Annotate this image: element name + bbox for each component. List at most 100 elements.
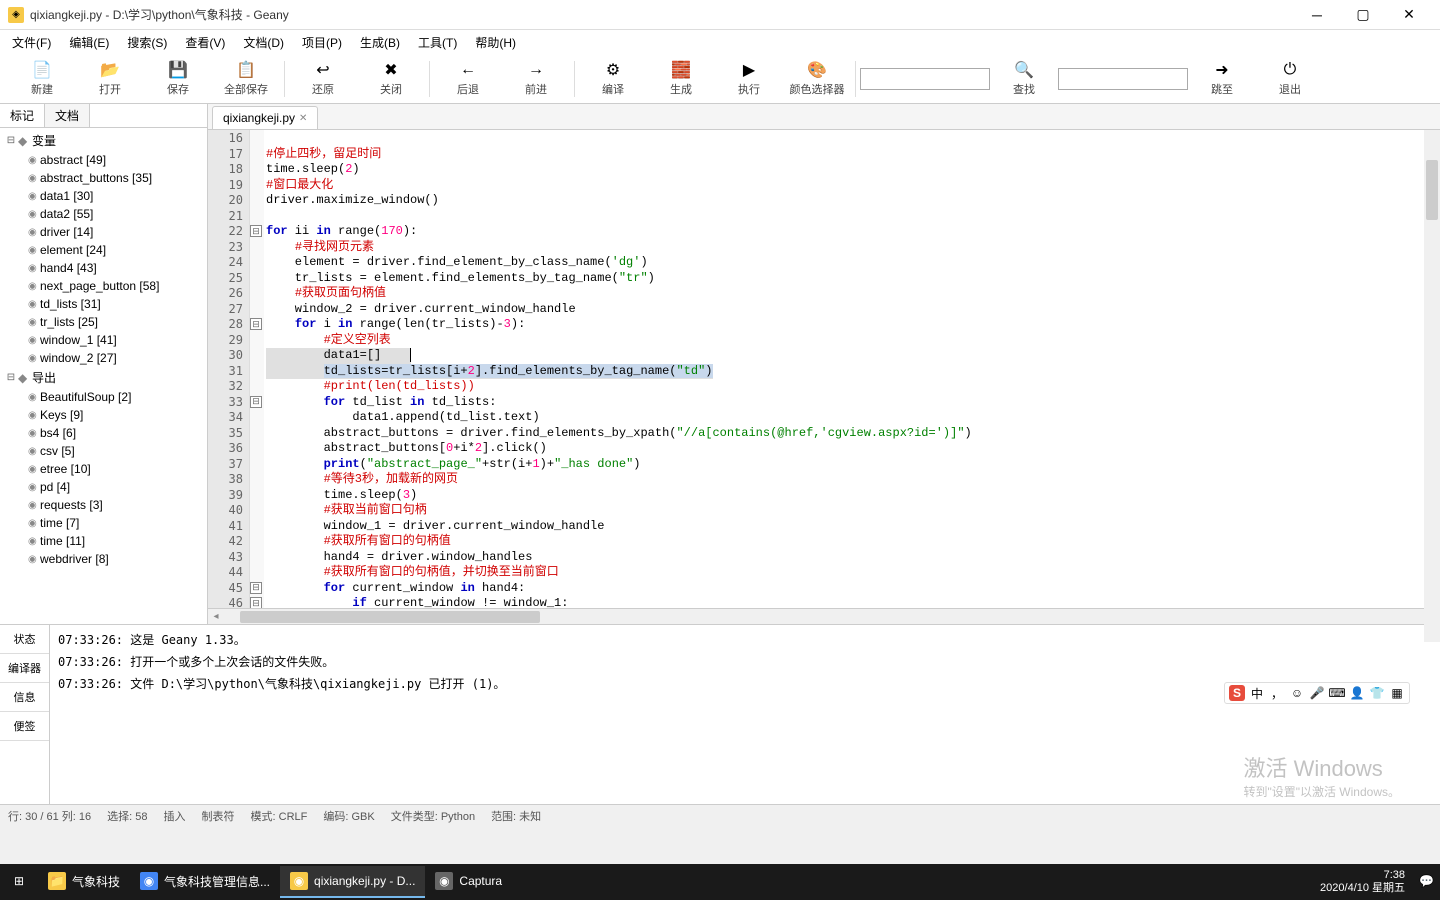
toolbar-button[interactable]: ⚙编译 [579,56,647,102]
bottom-tab-status[interactable]: 状态 [0,625,49,654]
code-line[interactable]: abstract_buttons[0+i*2].click() [264,441,1440,457]
tree-item[interactable]: ◉time [11] [0,532,207,550]
tree-item[interactable]: ◉BeautifulSoup [2] [0,388,207,406]
tree-group[interactable]: ⊟◆ 导出 [0,367,207,388]
fold-icon[interactable]: ⊟ [250,225,262,237]
tree-item[interactable]: ◉hand4 [43] [0,259,207,277]
tree-item[interactable]: ◉abstract_buttons [35] [0,169,207,187]
toolbar-button[interactable]: 📂打开 [76,56,144,102]
toolbar-button[interactable]: 🎨颜色选择器 [783,56,851,102]
close-icon[interactable]: ✕ [299,113,307,124]
fold-column[interactable]: ⊟ ⊟ ⊟ ⊟ ⊟ [250,130,264,608]
code-line[interactable]: driver.maximize_window() [264,193,1440,209]
tree-item[interactable]: ◉Keys [9] [0,406,207,424]
menu-tools[interactable]: 工具(T) [410,32,465,53]
scrollbar-thumb[interactable] [1426,160,1438,220]
taskbar-clock[interactable]: 7:38 2020/4/10 星期五 [1312,869,1413,895]
fold-icon[interactable]: ⊟ [250,318,262,330]
code-line[interactable]: for ii in range(170): [264,224,1440,240]
toolbar-button[interactable]: ▶执行 [715,56,783,102]
code-editor[interactable]: 1617181920212223242526272829303132333435… [208,130,1440,608]
ime-mic-icon[interactable]: 🎤 [1309,685,1325,701]
tree-item[interactable]: ◉tr_lists [25] [0,313,207,331]
ime-skin-icon[interactable]: 👕 [1369,685,1385,701]
tree-item[interactable]: ◉element [24] [0,241,207,259]
tree-item[interactable]: ◉bs4 [6] [0,424,207,442]
code-line[interactable]: tr_lists = element.find_elements_by_tag_… [264,271,1440,287]
vertical-scrollbar[interactable] [1424,130,1440,642]
tree-item[interactable]: ◉next_page_button [58] [0,277,207,295]
code-line[interactable]: #获取页面句柄值 [264,286,1440,302]
toolbar-input[interactable] [1058,68,1188,90]
tree-item[interactable]: ◉etree [10] [0,460,207,478]
code-content[interactable]: #停止四秒，留足时间time.sleep(2)#窗口最大化driver.maxi… [264,130,1440,608]
ime-punct-icon[interactable]: ， [1269,685,1285,701]
code-line[interactable]: for td_list in td_lists: [264,395,1440,411]
ime-toolbox-icon[interactable]: ▦ [1389,685,1405,701]
tree-item[interactable]: ◉window_2 [27] [0,349,207,367]
tree-item[interactable]: ◉requests [3] [0,496,207,514]
collapse-icon[interactable]: ⊟ [4,372,18,383]
code-line[interactable]: #停止四秒，留足时间 [264,147,1440,163]
toolbar-button[interactable]: 🧱生成 [647,56,715,102]
taskbar-item[interactable]: ◉qixiangkeji.py - D... [280,866,425,898]
code-line[interactable]: td_lists=tr_lists[i+2].find_elements_by_… [264,364,1440,380]
tree-item[interactable]: ◉driver [14] [0,223,207,241]
code-line[interactable]: element = driver.find_element_by_class_n… [264,255,1440,271]
toolbar-button[interactable]: ←后退 [434,56,502,102]
menu-help[interactable]: 帮助(H) [467,32,524,53]
ime-emoji-icon[interactable]: ☺ [1289,685,1305,701]
code-line[interactable]: #寻找网页元素 [264,240,1440,256]
code-line[interactable]: for i in range(len(tr_lists)-3): [264,317,1440,333]
toolbar-button[interactable]: →前进 [502,56,570,102]
scrollbar-thumb[interactable] [240,611,540,623]
code-line[interactable]: print("abstract_page_"+str(i+1)+"_has do… [264,457,1440,473]
code-line[interactable] [264,209,1440,225]
tree-item[interactable]: ◉pd [4] [0,478,207,496]
fold-icon[interactable]: ⊟ [250,396,262,408]
menu-view[interactable]: 查看(V) [177,32,233,53]
menu-build[interactable]: 生成(B) [352,32,408,53]
code-line[interactable]: if current_window != window_1: [264,596,1440,608]
tree-item[interactable]: ◉data1 [30] [0,187,207,205]
ime-logo-icon[interactable]: S [1229,685,1245,701]
tree-item[interactable]: ◉csv [5] [0,442,207,460]
tree-item[interactable]: ◉abstract [49] [0,151,207,169]
code-line[interactable]: window_2 = driver.current_window_handle [264,302,1440,318]
ime-user-icon[interactable]: 👤 [1349,685,1365,701]
menu-edit[interactable]: 编辑(E) [61,32,117,53]
symbol-tree[interactable]: ⊟◆ 变量◉abstract [49]◉abstract_buttons [35… [0,128,207,624]
toolbar-input[interactable] [860,68,990,90]
bottom-tab-compiler[interactable]: 编译器 [0,654,49,683]
tree-item[interactable]: ◉time [7] [0,514,207,532]
code-line[interactable]: abstract_buttons = driver.find_elements_… [264,426,1440,442]
ime-toolbar[interactable]: S 中 ， ☺ 🎤 ⌨ 👤 👕 ▦ [1224,682,1410,704]
bottom-tab-messages[interactable]: 信息 [0,683,49,712]
fold-icon[interactable]: ⊟ [250,597,262,608]
horizontal-scrollbar[interactable]: ◂ ▸ [208,608,1440,624]
code-line[interactable]: time.sleep(3) [264,488,1440,504]
code-line[interactable]: hand4 = driver.window_handles [264,550,1440,566]
code-line[interactable]: #等待3秒，加载新的网页 [264,472,1440,488]
code-line[interactable]: data1.append(td_list.text) [264,410,1440,426]
tree-item[interactable]: ◉td_lists [31] [0,295,207,313]
start-button[interactable]: ⊞ [0,866,38,898]
code-line[interactable]: #print(len(td_lists)) [264,379,1440,395]
fold-icon[interactable]: ⊟ [250,582,262,594]
code-line[interactable]: #获取所有窗口的句柄值 [264,534,1440,550]
code-line[interactable]: window_1 = driver.current_window_handle [264,519,1440,535]
ime-lang-icon[interactable]: 中 [1249,685,1265,701]
menu-search[interactable]: 搜索(S) [119,32,175,53]
bottom-tab-scribble[interactable]: 便签 [0,712,49,741]
maximize-button[interactable]: ▢ [1340,1,1386,29]
tree-item[interactable]: ◉webdriver [8] [0,550,207,568]
sidebar-tab-documents[interactable]: 文档 [45,104,90,127]
code-line[interactable]: #获取所有窗口的句柄值，并切换至当前窗口 [264,565,1440,581]
code-line[interactable]: data1=[] [264,348,1440,364]
tree-item[interactable]: ◉window_1 [41] [0,331,207,349]
code-line[interactable]: #窗口最大化 [264,178,1440,194]
sidebar-tab-symbols[interactable]: 标记 [0,104,45,127]
toolbar-button[interactable]: ➜跳至 [1188,56,1256,102]
toolbar-button[interactable]: ✖关闭 [357,56,425,102]
toolbar-button[interactable]: 💾保存 [144,56,212,102]
